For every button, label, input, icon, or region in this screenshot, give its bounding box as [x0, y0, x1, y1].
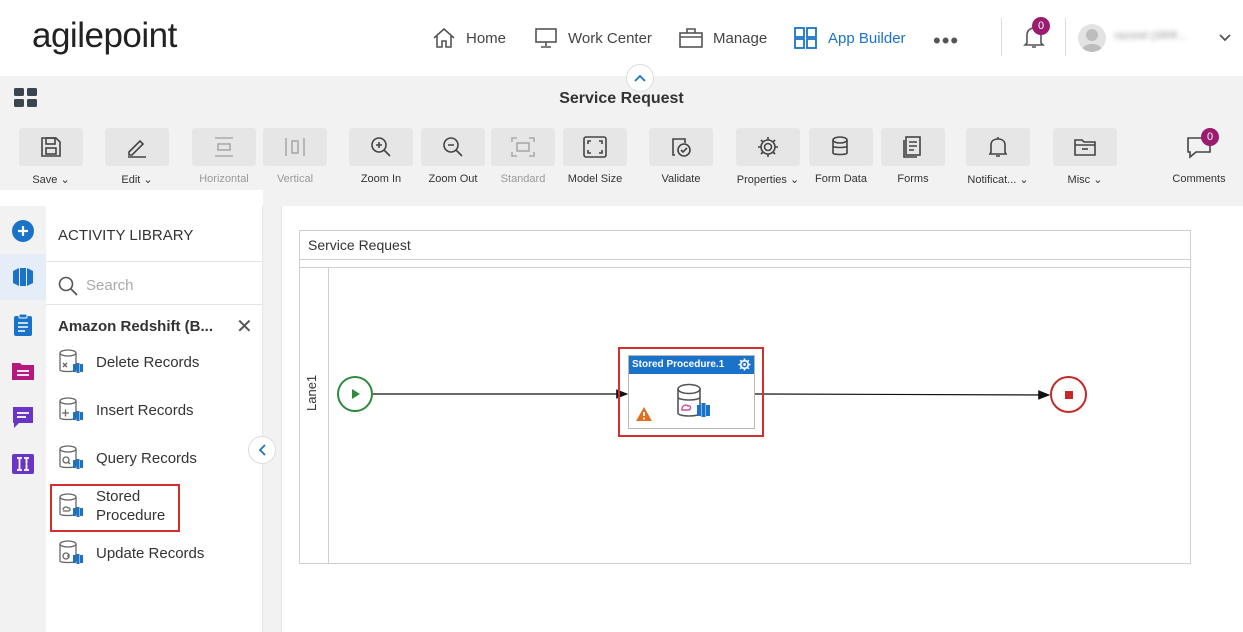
- collapse-library-button[interactable]: [248, 436, 276, 464]
- activity-title: Stored Procedure.1: [629, 356, 754, 374]
- stored-procedure-activity[interactable]: Stored Procedure.1: [628, 355, 755, 429]
- play-icon: [352, 389, 360, 399]
- stored-procedure-icon: [675, 382, 711, 427]
- chevron-left-icon: [258, 444, 266, 456]
- stop-icon: [1064, 390, 1073, 399]
- connector-activity-to-end[interactable]: [754, 390, 1051, 400]
- end-event[interactable]: [1050, 376, 1087, 413]
- activity-settings-gear-icon[interactable]: [738, 358, 751, 376]
- collapse-header-button[interactable]: [626, 64, 654, 92]
- warning-icon[interactable]: [635, 406, 653, 427]
- chevron-up-icon: [634, 74, 646, 82]
- start-event[interactable]: [337, 376, 373, 412]
- connectors: [373, 389, 1051, 400]
